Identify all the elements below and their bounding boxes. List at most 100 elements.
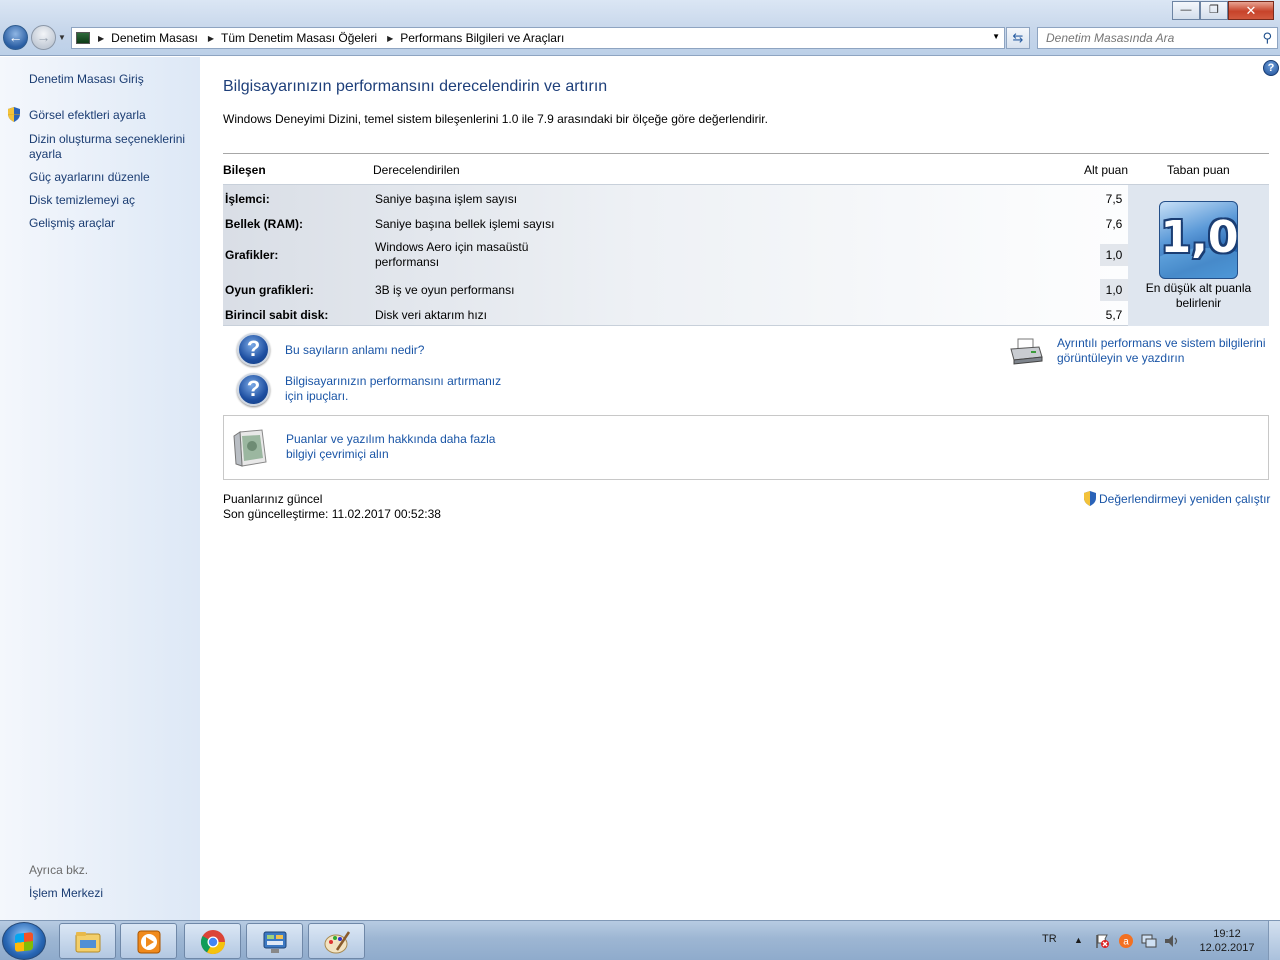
start-button[interactable] <box>2 922 46 960</box>
search-icon[interactable]: ⚲ <box>1262 30 1272 46</box>
component-label: Bellek (RAM): <box>225 217 304 231</box>
help-question-icon[interactable]: ? <box>237 333 270 366</box>
component-label: Grafikler: <box>225 248 279 262</box>
clock-date: 12.02.2017 <box>1199 942 1255 954</box>
sidebar: Denetim Masası Giriş Görsel efektleri ay… <box>0 57 200 920</box>
header-base-score: Taban puan <box>1167 163 1230 177</box>
component-description: Saniye başına bellek işlemi sayısı <box>375 217 555 231</box>
help-question-icon[interactable]: ? <box>237 373 270 406</box>
breadcrumb-control-panel[interactable]: Denetim Masası <box>111 31 198 45</box>
volume-icon[interactable] <box>1164 933 1180 949</box>
sidebar-item-visual-effects[interactable]: Görsel efektleri ayarla <box>29 108 194 123</box>
printer-icon[interactable] <box>1009 337 1043 365</box>
see-also-heading: Ayrıca bkz. <box>29 863 89 877</box>
link-detailed-performance-info[interactable]: Ayrıntılı performans ve sistem bilgileri… <box>1057 336 1272 366</box>
network-icon[interactable] <box>1141 933 1157 949</box>
component-label: Birincil sabit disk: <box>225 308 329 322</box>
table-row-processor: İşlemci: Saniye başına işlem sayısı 7,5 <box>223 187 1128 211</box>
score-table: İşlemci: Saniye başına işlem sayısı 7,5 … <box>223 184 1269 326</box>
sidebar-item-control-panel-home[interactable]: Denetim Masası Giriş <box>29 72 194 87</box>
explorer-icon <box>75 932 101 953</box>
base-score-panel: 1,0 En düşük alt puanla belirlenir <box>1128 185 1269 326</box>
online-info-box: Puanlar ve yazılım hakkında daha fazla b… <box>223 415 1269 480</box>
table-row-gaming-graphics: Oyun grafikleri: 3B iş ve oyun performan… <box>223 279 1128 303</box>
chevron-right-icon[interactable]: ▶ <box>387 34 393 43</box>
address-dropdown-icon[interactable]: ▼ <box>992 32 1000 41</box>
breadcrumb-performance[interactable]: Performans Bilgileri ve Araçları <box>400 31 564 45</box>
taskbar-paint-button[interactable] <box>308 923 365 959</box>
rerun-assessment-link[interactable]: Değerlendirmeyi yeniden çalıştır <box>1083 491 1270 506</box>
show-desktop-button[interactable] <box>1268 921 1280 960</box>
back-button[interactable]: ← <box>3 25 28 50</box>
help-icon[interactable]: ? <box>1263 60 1279 76</box>
maximize-button[interactable]: ❐ <box>1200 1 1228 20</box>
subscore-value: 1,0 <box>1100 244 1128 266</box>
avast-icon[interactable]: a <box>1118 933 1134 949</box>
paint-icon <box>324 931 351 954</box>
header-rated: Derecelendirilen <box>373 163 460 177</box>
shield-icon <box>1084 491 1096 506</box>
sidebar-item-indexing-options[interactable]: Dizin oluşturma seçeneklerini ayarla <box>29 132 194 162</box>
sidebar-item-disk-cleanup[interactable]: Disk temizlemeyi aç <box>29 193 194 208</box>
taskbar-chrome-button[interactable] <box>184 923 241 959</box>
link-more-info-online[interactable]: Puanlar ve yazılım hakkında daha fazla b… <box>286 432 516 462</box>
subscore-value: 7,5 <box>1105 192 1123 206</box>
sidebar-item-power-settings[interactable]: Güç ayarlarını düzenle <box>29 170 194 185</box>
sidebar-item-action-center[interactable]: İşlem Merkezi <box>29 886 194 901</box>
link-what-do-numbers-mean[interactable]: Bu sayıların anlamı nedir? <box>285 343 424 358</box>
link-performance-tips[interactable]: Bilgisayarınızın performansını artırmanı… <box>285 374 515 404</box>
window-controls: — ❐ ✕ <box>1172 1 1274 21</box>
rerun-assessment-label[interactable]: Değerlendirmeyi yeniden çalıştır <box>1099 492 1270 506</box>
clock[interactable]: 19:12 12.02.2017 <box>1194 927 1260 955</box>
status-current: Puanlarınız güncel <box>223 492 323 506</box>
system-tray: TR ▲ a 19:12 12.02.2017 <box>1030 921 1280 960</box>
window-titlebar: — ❐ ✕ ← → ▼ ▶ Denetim Masası ▶ Tüm Denet… <box>0 0 1280 56</box>
component-description: Disk veri aktarım hızı <box>375 308 488 322</box>
component-description: Saniye başına işlem sayısı <box>375 192 518 206</box>
taskbar-explorer-button[interactable] <box>59 923 116 959</box>
show-hidden-icons-icon[interactable]: ▲ <box>1074 935 1083 945</box>
base-score-value: 1,0 <box>1160 212 1238 263</box>
taskbar-control-panel-button[interactable] <box>246 923 303 959</box>
status-last-updated: Son güncelleştirme: 11.02.2017 00:52:38 <box>223 507 441 521</box>
component-label: İşlemci: <box>225 192 270 206</box>
chevron-right-icon[interactable]: ▶ <box>208 34 214 43</box>
component-label: Oyun grafikleri: <box>225 283 314 297</box>
chrome-icon <box>200 930 225 955</box>
search-box[interactable]: ⚲ <box>1037 27 1278 49</box>
base-score-caption: En düşük alt puanla belirlenir <box>1145 281 1252 310</box>
breadcrumb-all-items[interactable]: Tüm Denetim Masası Öğeleri <box>221 31 377 45</box>
main-content: ? Bilgisayarınızın performansını derecel… <box>200 57 1280 920</box>
subscore-value: 7,6 <box>1105 217 1123 231</box>
clock-time: 19:12 <box>1213 928 1241 940</box>
sidebar-item-advanced-tools[interactable]: Gelişmiş araçlar <box>29 216 194 231</box>
search-input[interactable] <box>1038 28 1248 48</box>
shield-icon <box>8 107 20 122</box>
table-row-graphics: Grafikler: Windows Aero için masaüstü pe… <box>223 237 1128 273</box>
address-bar[interactable]: ▶ Denetim Masası ▶ Tüm Denetim Masası Öğ… <box>71 27 1005 49</box>
header-component: Bileşen <box>223 163 266 177</box>
chevron-right-icon[interactable]: ▶ <box>98 34 104 43</box>
action-center-flag-icon[interactable] <box>1094 933 1110 949</box>
language-indicator[interactable]: TR <box>1042 933 1057 945</box>
component-description: 3B iş ve oyun performansı <box>375 283 515 297</box>
forward-button[interactable]: → <box>31 25 56 50</box>
base-score-badge: 1,0 <box>1159 201 1238 279</box>
header-subscore: Alt puan <box>1084 163 1129 177</box>
taskbar: TR ▲ a 19:12 12.02.2017 <box>0 920 1280 960</box>
close-button[interactable]: ✕ <box>1228 1 1274 20</box>
score-table-header: Bileşen Derecelendirilen Alt puan Taban … <box>223 154 1269 184</box>
refresh-button[interactable]: ⇆ <box>1006 27 1030 49</box>
table-row-memory: Bellek (RAM): Saniye başına bellek işlem… <box>223 212 1128 236</box>
component-description: Windows Aero için masaüstü performansı <box>375 240 529 269</box>
page-title: Bilgisayarınızın performansını derecelen… <box>223 78 608 95</box>
control-panel-icon <box>263 931 287 953</box>
software-box-icon[interactable] <box>232 428 270 468</box>
recent-pages-dropdown-icon[interactable]: ▼ <box>58 33 66 42</box>
subscore-value: 5,7 <box>1105 308 1123 322</box>
control-panel-location-icon <box>76 32 90 44</box>
media-player-icon <box>137 930 161 954</box>
minimize-button[interactable]: — <box>1172 1 1200 20</box>
page-description: Windows Deneyimi Dizini, temel sistem bi… <box>223 112 768 126</box>
taskbar-media-player-button[interactable] <box>120 923 177 959</box>
